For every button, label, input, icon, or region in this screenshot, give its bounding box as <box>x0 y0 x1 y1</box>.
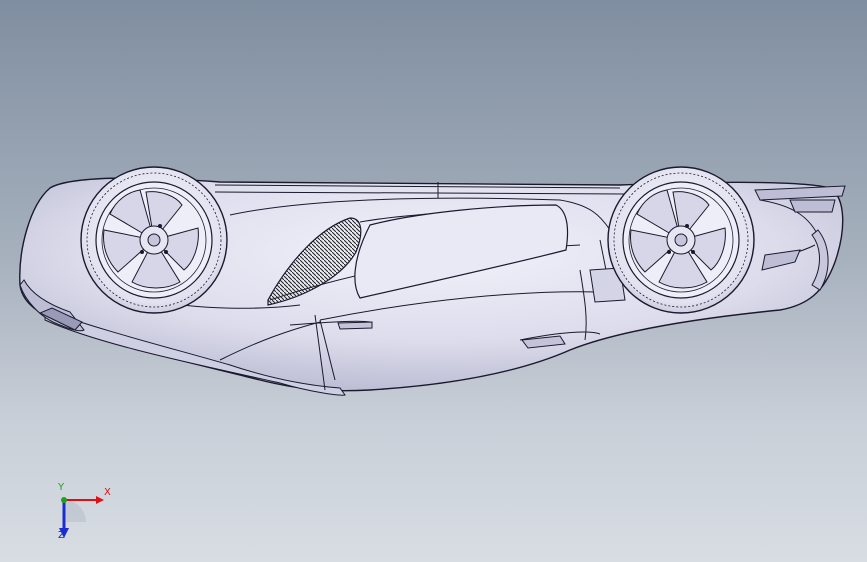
x-axis-label: X <box>104 487 111 498</box>
front-wheel <box>80 166 228 314</box>
y-axis-label: Y <box>58 482 65 493</box>
coordinate-triad <box>44 478 124 548</box>
triad-axes-icon <box>59 496 104 538</box>
rear-wheel <box>607 166 755 314</box>
door-handle <box>337 321 373 330</box>
graphics-viewport[interactable]: X Y Z <box>0 0 867 562</box>
z-axis-label: Z <box>58 530 65 541</box>
car-model-icon[interactable] <box>0 0 867 562</box>
